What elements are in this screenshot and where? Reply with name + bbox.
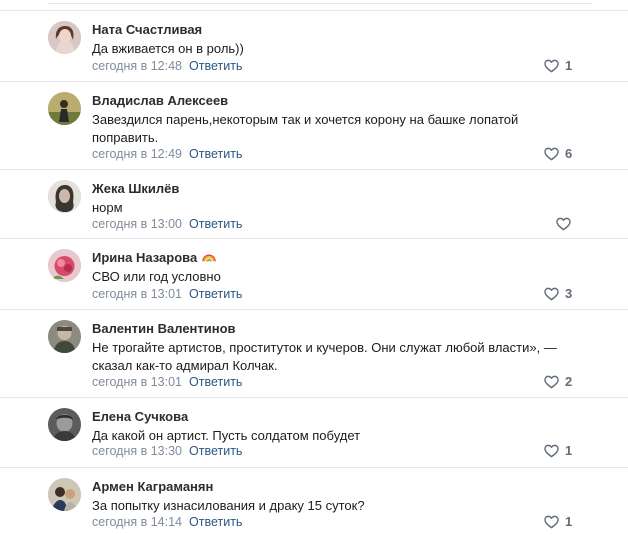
comment-item: Жека Шкилёв норм сегодня в 13:00 Ответить	[0, 169, 628, 238]
user-avatar-icon[interactable]	[48, 180, 81, 213]
comments-page: Ната Счастливая Да вживается он в роль))…	[0, 0, 628, 535]
comment-time[interactable]: сегодня в 13:01	[92, 287, 182, 301]
comment-text: За попытку изнасилования и драку 15 суто…	[92, 498, 365, 513]
comment-meta: сегодня в 12:49 Ответить	[92, 146, 242, 162]
comment-author[interactable]: Елена Сучкова	[92, 409, 188, 425]
rainbow-icon	[202, 254, 217, 262]
like-button[interactable]	[556, 216, 577, 232]
user-avatar-icon[interactable]	[48, 320, 81, 353]
comment-meta: сегодня в 12:48 Ответить	[92, 58, 242, 74]
comment-item: Владислав Алексеев Завездился парень,нек…	[0, 81, 628, 169]
comment-text: Завездился парень,некоторым так и хочетс…	[92, 112, 519, 145]
heart-icon	[544, 444, 559, 458]
reply-button[interactable]: Ответить	[189, 515, 242, 529]
comment-time[interactable]: сегодня в 14:14	[92, 515, 182, 529]
like-count: 3	[565, 286, 573, 301]
comment-author[interactable]: Ната Счастливая	[92, 22, 202, 38]
like-button[interactable]: 1	[544, 514, 572, 530]
comment-item: Армен Каграманян За попытку изнасиловани…	[0, 467, 628, 535]
comment-text: СВО или год условно	[92, 269, 221, 284]
like-count: 2	[565, 374, 573, 389]
comment-item: Елена Сучкова Да какой он артист. Пусть …	[0, 397, 628, 467]
author-name[interactable]: Владислав Алексеев	[92, 93, 228, 108]
comment-item: Ирина Назарова СВО или год условно сегод…	[0, 238, 628, 309]
comment-time[interactable]: сегодня в 12:48	[92, 59, 182, 73]
comment-text: Не трогайте артистов, проституток и куче…	[92, 340, 557, 373]
user-avatar-icon[interactable]	[48, 408, 81, 441]
reply-button[interactable]: Ответить	[189, 287, 242, 301]
like-count: 1	[565, 443, 573, 458]
user-avatar-icon[interactable]	[48, 249, 81, 282]
author-name[interactable]: Армен Каграманян	[92, 479, 213, 494]
heart-icon	[556, 217, 571, 231]
author-name[interactable]: Жека Шкилёв	[92, 181, 179, 196]
comment-time[interactable]: сегодня в 13:00	[92, 217, 182, 231]
user-avatar-icon[interactable]	[48, 21, 81, 54]
user-avatar-icon[interactable]	[48, 478, 81, 511]
comment-author[interactable]: Валентин Валентинов	[92, 321, 236, 337]
heart-icon	[544, 515, 559, 529]
like-count: 6	[565, 146, 573, 161]
comment-text: норм	[92, 200, 123, 215]
heart-icon	[544, 147, 559, 161]
comment-item: Ната Счастливая Да вживается он в роль))…	[0, 10, 628, 81]
user-avatar-icon[interactable]	[48, 92, 81, 125]
comment-meta: сегодня в 14:14 Ответить	[92, 514, 242, 530]
like-button[interactable]: 1	[544, 443, 572, 459]
comment-meta: сегодня в 13:00 Ответить	[92, 216, 242, 232]
comment-meta: сегодня в 13:01 Ответить	[92, 374, 242, 390]
comment-time[interactable]: сегодня в 13:30	[92, 444, 182, 458]
comment-author[interactable]: Армен Каграманян	[92, 479, 213, 495]
comment-meta: сегодня в 13:01 Ответить	[92, 286, 242, 302]
top-separator	[48, 0, 592, 4]
comment-author[interactable]: Жека Шкилёв	[92, 181, 179, 197]
reply-button[interactable]: Ответить	[189, 375, 242, 389]
comment-author[interactable]: Владислав Алексеев	[92, 93, 228, 109]
author-name[interactable]: Ната Счастливая	[92, 22, 202, 37]
heart-icon	[544, 375, 559, 389]
comment-time[interactable]: сегодня в 13:01	[92, 375, 182, 389]
like-button[interactable]: 6	[544, 146, 572, 162]
reply-button[interactable]: Ответить	[189, 217, 242, 231]
like-button[interactable]: 2	[544, 374, 572, 390]
reply-button[interactable]: Ответить	[189, 147, 242, 161]
comment-text: Да вживается он в роль))	[92, 41, 244, 56]
author-name[interactable]: Елена Сучкова	[92, 409, 188, 424]
author-name[interactable]: Валентин Валентинов	[92, 321, 236, 336]
author-name[interactable]: Ирина Назарова	[92, 250, 197, 265]
comment-time[interactable]: сегодня в 12:49	[92, 147, 182, 161]
comment-author[interactable]: Ирина Назарова	[92, 250, 217, 266]
comment-item: Валентин Валентинов Не трогайте артистов…	[0, 309, 628, 397]
like-count: 1	[565, 514, 573, 529]
comment-feed: Ната Счастливая Да вживается он в роль))…	[0, 0, 628, 535]
like-button[interactable]: 3	[544, 286, 572, 302]
reply-button[interactable]: Ответить	[189, 59, 242, 73]
heart-icon	[544, 59, 559, 73]
like-count: 1	[565, 58, 573, 73]
heart-icon	[544, 287, 559, 301]
like-button[interactable]: 1	[544, 58, 572, 74]
comment-meta: сегодня в 13:30 Ответить	[92, 443, 242, 459]
reply-button[interactable]: Ответить	[189, 444, 242, 458]
